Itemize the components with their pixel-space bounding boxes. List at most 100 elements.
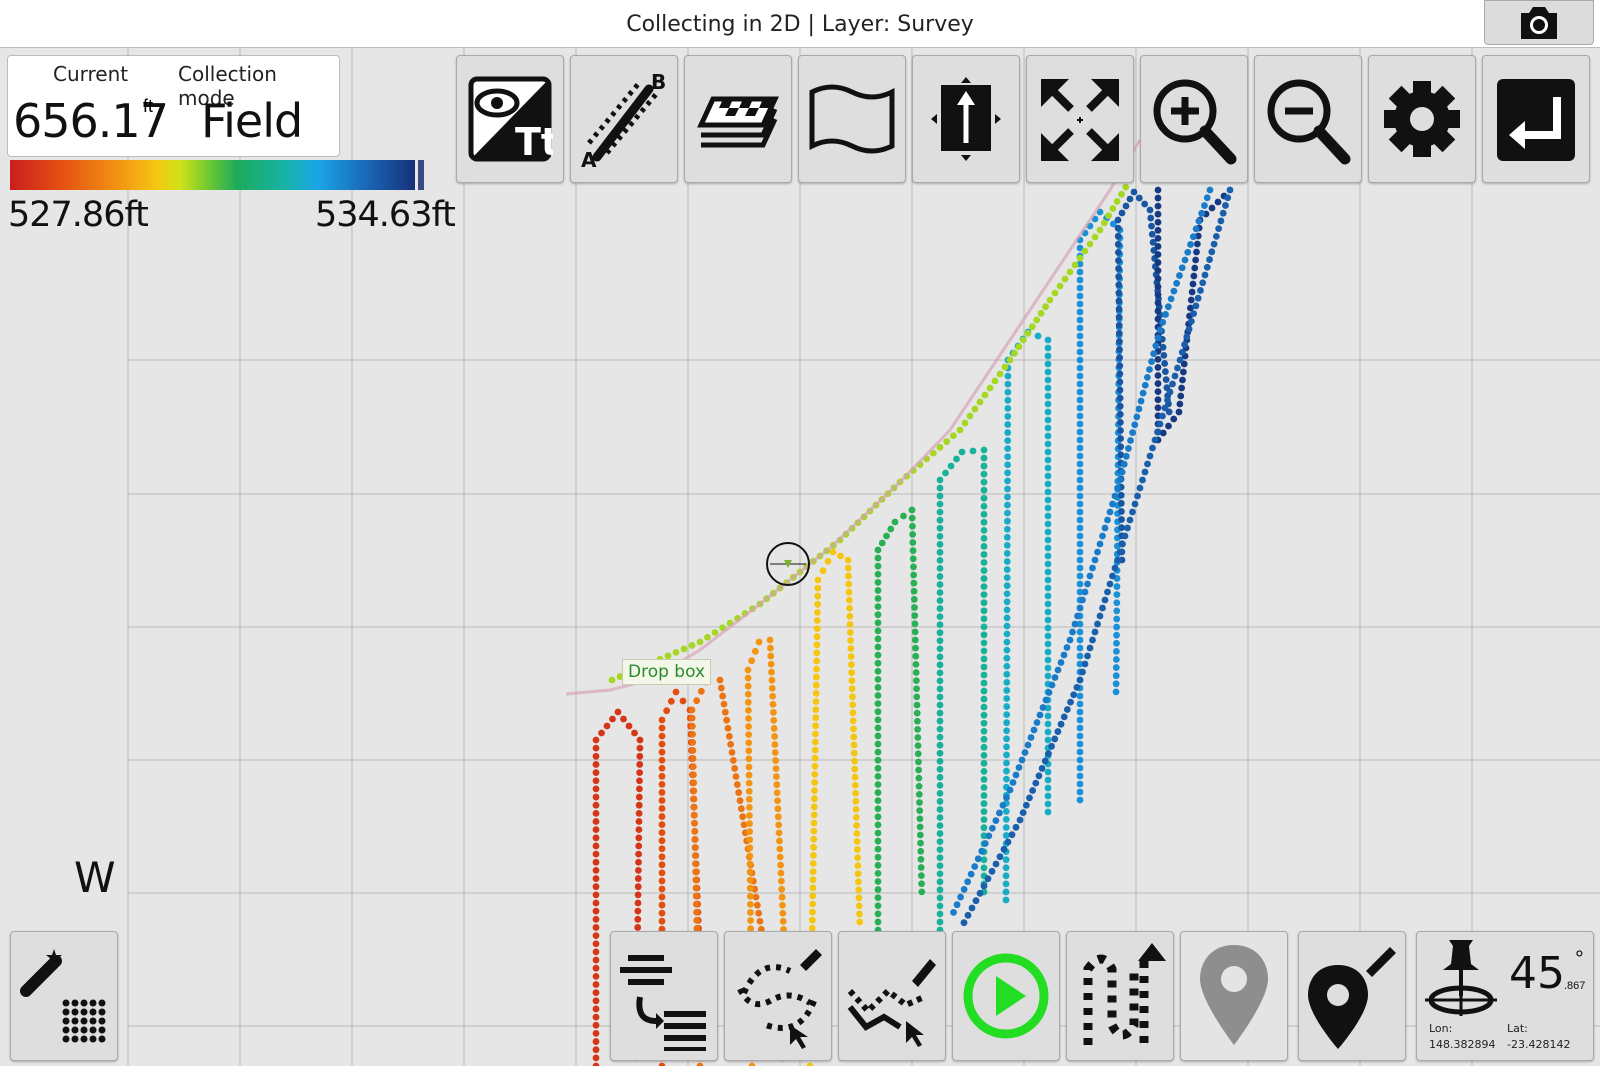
settings-button[interactable] bbox=[1368, 55, 1476, 183]
track-point bbox=[809, 892, 817, 900]
track-point bbox=[1118, 209, 1126, 217]
track-point bbox=[874, 878, 882, 885]
track-point bbox=[1076, 636, 1084, 644]
track-point bbox=[1008, 831, 1016, 839]
north-up-button[interactable] bbox=[912, 55, 1020, 183]
track-point bbox=[719, 692, 727, 700]
track-point bbox=[887, 525, 895, 533]
track-point bbox=[852, 805, 860, 813]
track-point bbox=[936, 500, 944, 508]
zoom-in-icon bbox=[1153, 79, 1237, 165]
track-point bbox=[1044, 656, 1052, 664]
track-point bbox=[746, 812, 753, 819]
track-point bbox=[980, 647, 988, 655]
track-point bbox=[1042, 696, 1050, 704]
ab-line-button[interactable]: A B bbox=[570, 55, 678, 183]
track-point bbox=[1141, 381, 1149, 389]
track-point bbox=[690, 811, 698, 819]
track-point bbox=[874, 708, 882, 716]
track-point bbox=[1004, 388, 1012, 396]
track-point bbox=[636, 777, 643, 785]
track-point bbox=[1044, 800, 1052, 808]
edit-pin-button[interactable] bbox=[1298, 931, 1406, 1061]
track-point bbox=[910, 587, 918, 595]
track-point bbox=[1139, 476, 1146, 484]
track-point bbox=[614, 708, 622, 716]
track-point bbox=[1166, 388, 1174, 396]
reorder-lines-button[interactable] bbox=[610, 931, 718, 1061]
zoom-extents-button[interactable] bbox=[1026, 55, 1134, 183]
track-point bbox=[1035, 772, 1043, 780]
track-point bbox=[936, 637, 944, 645]
visibility-label-button[interactable]: Tt bbox=[456, 55, 564, 183]
track-point bbox=[1044, 632, 1052, 640]
track-point bbox=[1018, 756, 1026, 764]
track-point bbox=[980, 808, 988, 816]
edit-loop-button[interactable] bbox=[724, 931, 832, 1061]
track-point bbox=[966, 412, 974, 420]
map-view-button[interactable] bbox=[798, 55, 906, 183]
exit-button[interactable] bbox=[1482, 55, 1590, 183]
track-point bbox=[688, 722, 696, 730]
track-point bbox=[813, 625, 821, 632]
track-point bbox=[915, 774, 923, 782]
track-point bbox=[769, 708, 777, 716]
track-point bbox=[1024, 329, 1032, 337]
record-pattern-button[interactable] bbox=[1066, 931, 1174, 1061]
screenshot-button[interactable] bbox=[1484, 0, 1594, 45]
track-point bbox=[766, 644, 774, 652]
edit-path-button[interactable] bbox=[838, 931, 946, 1061]
track-point bbox=[1148, 358, 1155, 365]
title-bar: Collecting in 2D | Layer: Survey bbox=[0, 0, 1600, 48]
location-pin-icon bbox=[1200, 945, 1268, 1045]
track-point bbox=[980, 607, 988, 615]
track-point bbox=[1044, 416, 1052, 424]
track-point bbox=[1044, 768, 1052, 776]
current-label: Current bbox=[53, 62, 129, 86]
track-point bbox=[917, 855, 925, 863]
zoom-out-button[interactable] bbox=[1254, 55, 1362, 183]
track-point bbox=[874, 789, 882, 796]
track-point bbox=[1156, 420, 1164, 428]
track-point bbox=[1161, 368, 1169, 375]
track-point bbox=[980, 462, 988, 470]
track-point bbox=[1038, 765, 1046, 772]
track-point bbox=[936, 870, 944, 878]
gps-panel[interactable]: 45 .867 ° Lon: Lat: 148.382894 -23.42814… bbox=[1416, 931, 1594, 1061]
location-pin-button[interactable] bbox=[1180, 931, 1288, 1061]
track-point bbox=[874, 587, 882, 594]
track-point bbox=[1112, 656, 1120, 663]
track-point bbox=[1061, 275, 1069, 283]
track-point bbox=[984, 875, 992, 883]
track-point bbox=[739, 813, 747, 821]
track-point bbox=[1188, 288, 1196, 296]
track-point bbox=[778, 885, 786, 893]
map-canvas[interactable] bbox=[0, 48, 1600, 1066]
play-button[interactable] bbox=[952, 931, 1060, 1061]
zoom-in-button[interactable] bbox=[1140, 55, 1248, 183]
track-point bbox=[1122, 202, 1130, 210]
track-point bbox=[1019, 336, 1027, 344]
track-point bbox=[1106, 580, 1114, 588]
track-point bbox=[636, 744, 644, 752]
track-point bbox=[1215, 225, 1223, 233]
track-point bbox=[1051, 735, 1059, 743]
track-point bbox=[913, 693, 921, 701]
track-point bbox=[1124, 524, 1131, 532]
track-point bbox=[1091, 233, 1099, 241]
layers-button[interactable] bbox=[684, 55, 792, 183]
track-point bbox=[1003, 614, 1011, 622]
track-point bbox=[811, 738, 819, 746]
track-point bbox=[690, 779, 698, 787]
track-point bbox=[947, 462, 955, 470]
track-point bbox=[936, 613, 944, 621]
track-point bbox=[980, 743, 988, 751]
track-point bbox=[814, 609, 821, 616]
track-point bbox=[1044, 584, 1052, 592]
track-point bbox=[1076, 540, 1084, 548]
track-point bbox=[980, 768, 988, 775]
cursor-target[interactable] bbox=[766, 542, 810, 586]
track-point bbox=[1003, 695, 1011, 702]
auto-fill-grid-button[interactable] bbox=[10, 931, 118, 1061]
track-point bbox=[1114, 224, 1122, 232]
